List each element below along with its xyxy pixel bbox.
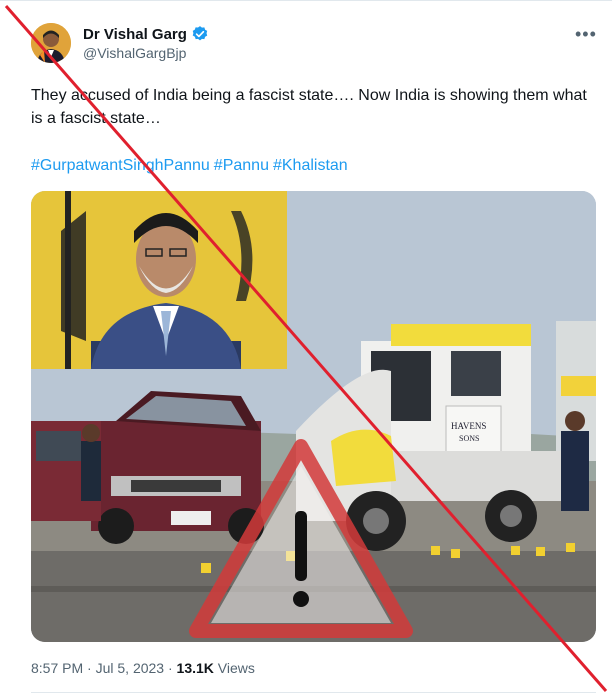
tweet-meta: 8:57 PM · Jul 5, 2023 · 13.1K Views [31,660,255,676]
avatar[interactable] [31,23,71,63]
tweet-text: They accused of India being a fascist st… [31,87,587,127]
views-count: 13.1K [176,660,214,676]
verified-badge-icon [191,25,209,43]
hashtag-list: #GurpatwantSinghPannu #Pannu #Khalistan [31,154,352,177]
tweet-date[interactable]: Jul 5, 2023 [96,660,165,676]
divider-bottom [31,692,596,693]
hashtag-link[interactable]: #Pannu [214,157,269,174]
divider-top [0,0,612,1]
author-handle[interactable]: @VishalGargBjp [83,45,186,61]
more-options-icon[interactable]: ••• [575,24,597,45]
hashtag-link[interactable]: #Khalistan [273,157,348,174]
author-name[interactable]: Dr Vishal Garg [83,26,187,43]
tweet-media-image[interactable]: HAVENS SONS [31,191,596,642]
tweet-time[interactable]: 8:57 PM [31,660,83,676]
hashtag-link[interactable]: #GurpatwantSinghPannu [31,157,210,174]
tweet-card: Dr Vishal Garg @VishalGargBjp ••• They a… [0,0,612,697]
meta-separator: · [87,660,92,676]
views-label: Views [217,660,255,676]
svg-text:SONS: SONS [459,434,479,443]
svg-text:HAVENS: HAVENS [451,421,486,431]
author-row: Dr Vishal Garg [83,25,209,43]
meta-separator: · [167,660,173,676]
